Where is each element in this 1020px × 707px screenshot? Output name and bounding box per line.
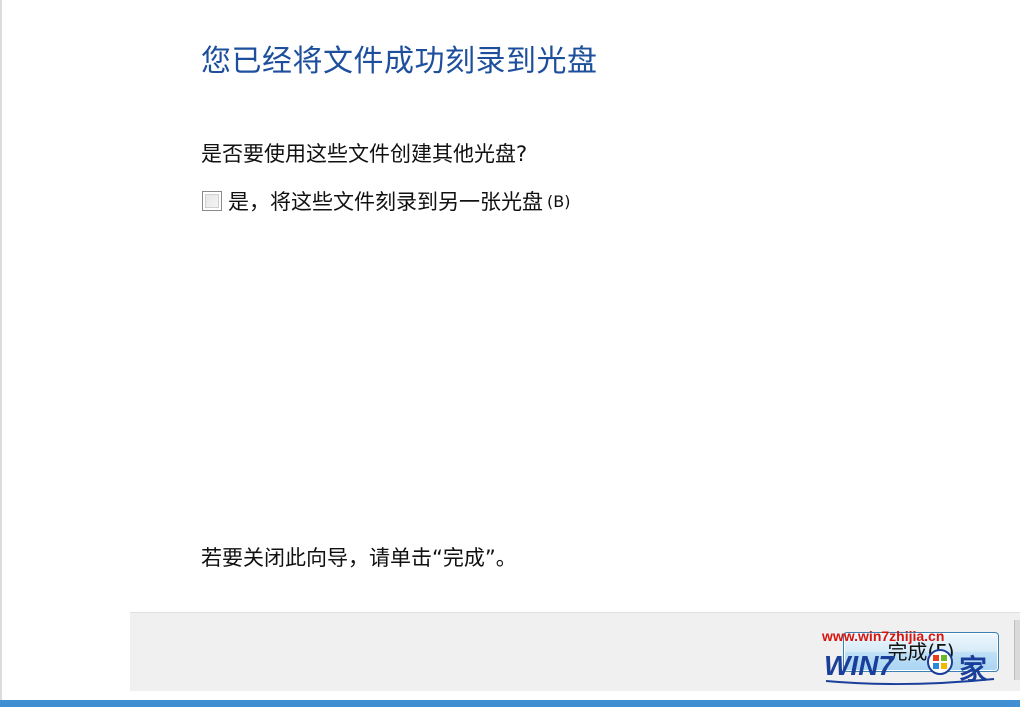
watermark-logo: WIN7 家 — [824, 648, 1000, 688]
watermark: www.win7zhijia.cn WIN7 家 — [822, 628, 1004, 690]
win7-logo-icon: WIN7 家 — [824, 649, 995, 686]
watermark-url: www.win7zhijia.cn — [822, 628, 945, 644]
close-wizard-hint: 若要关闭此向导，请单击“完成”。 — [201, 546, 517, 570]
window-edge-scrollbar — [1014, 620, 1020, 680]
window-left-border — [0, 0, 2, 707]
watermark-logo-text: WIN7 — [824, 650, 895, 681]
burn-another-disc-accelerator[interactable]: (B) — [547, 192, 570, 211]
window-bottom-accent-bar — [0, 700, 1020, 707]
wizard-heading: 您已经将文件成功刻录到光盘 — [201, 44, 598, 79]
burn-another-disc-label[interactable]: 是，将这些文件刻录到另一张光盘 — [228, 186, 543, 216]
burn-another-disc-checkbox[interactable] — [202, 191, 222, 211]
burn-another-disc-option[interactable]: 是，将这些文件刻录到另一张光盘 (B) — [202, 186, 570, 216]
additional-disc-question: 是否要使用这些文件创建其他光盘? — [201, 142, 528, 166]
windows-flag-icon — [927, 649, 953, 675]
